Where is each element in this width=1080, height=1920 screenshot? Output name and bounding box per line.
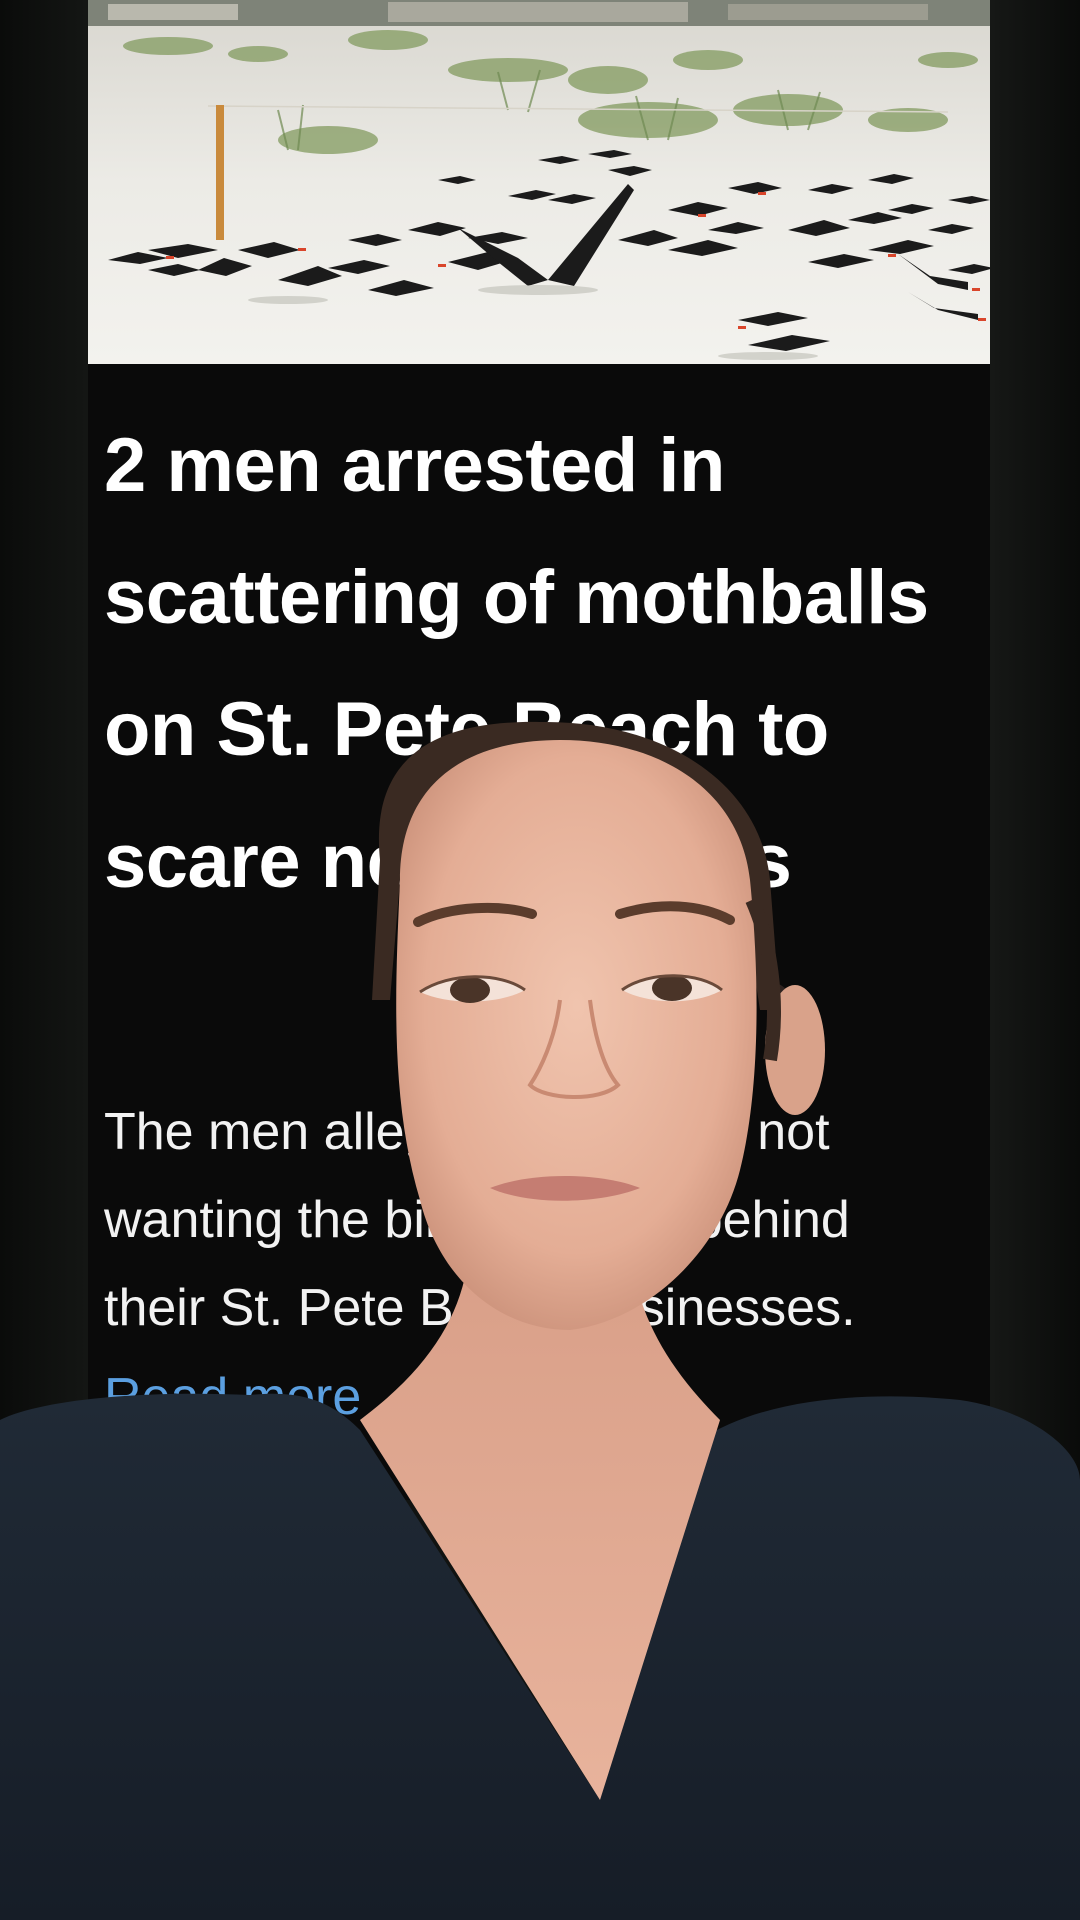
video-frame: 2 men arrested in scattering of mothball… xyxy=(0,0,1080,1920)
article-headline[interactable]: 2 men arrested in scattering of mothball… xyxy=(104,400,984,928)
read-more-link[interactable]: Read more xyxy=(104,1362,361,1432)
beach-birds-image xyxy=(88,0,990,364)
article-summary: The men allegedly admitted not wanting t… xyxy=(104,1103,856,1337)
left-gutter xyxy=(0,0,88,1500)
news-article-screenshot: 2 men arrested in scattering of mothball… xyxy=(88,0,990,1500)
article-photo xyxy=(88,0,990,364)
right-gutter xyxy=(990,0,1080,1500)
